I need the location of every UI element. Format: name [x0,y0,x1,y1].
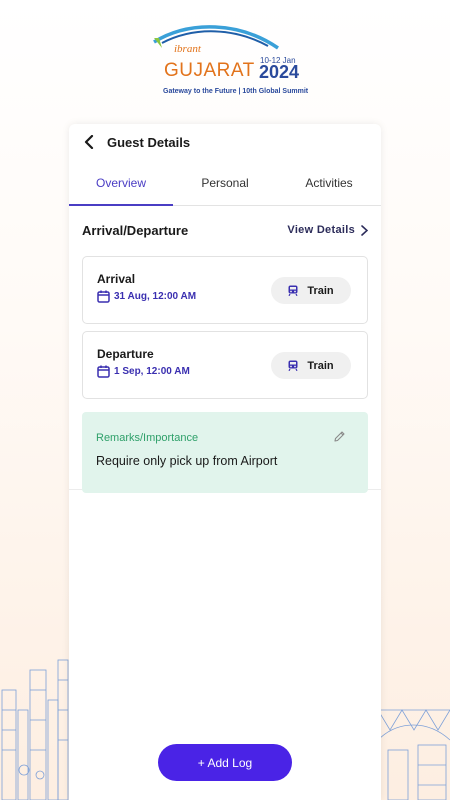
logo-year-text: 2024 [259,62,300,82]
train-icon [288,360,298,371]
arrival-departure-section-header: Arrival/Departure View Details [69,220,381,240]
train-icon [288,285,298,296]
departure-title: Departure [97,347,154,361]
remarks-text: Require only pick up from Airport [96,454,278,468]
departure-date: 1 Sep, 12:00 AM [97,365,190,378]
chevron-left-icon[interactable] [83,135,95,149]
section-title: Arrival/Departure [82,222,189,238]
tab-overview[interactable]: Overview [69,164,173,206]
pencil-icon[interactable] [333,430,346,443]
arrival-date: 31 Aug, 12:00 AM [97,290,196,303]
tab-bar: Overview Personal Activities [69,164,381,206]
page-title: Guest Details [107,134,191,150]
departure-mode-label: Train [307,359,334,372]
calendar-icon [97,365,110,378]
chevron-right-icon [361,224,368,236]
view-details-link[interactable]: View Details [287,224,368,236]
vibrant-gujarat-logo: ibrant GUJARAT 10-12 Jan 2024 Gateway to… [150,24,308,100]
add-log-button[interactable]: + Add Log [158,744,292,781]
departure-card: Departure 1 Sep, 12:00 AM Train [82,331,368,399]
tab-personal[interactable]: Personal [173,164,277,205]
arrival-mode-button[interactable]: Train [271,277,351,304]
guest-details-card: Guest Details Overview Personal Activiti… [69,124,381,800]
remarks-box: Remarks/Importance Require only pick up … [82,412,368,493]
logo-name-text: GUJARAT [164,60,255,81]
logo-brand-text: ibrant [174,43,201,55]
tab-activities[interactable]: Activities [277,164,381,205]
arrival-date-text: 31 Aug, 12:00 AM [114,291,197,302]
arrival-title: Arrival [97,272,136,286]
logo-tagline-text: Gateway to the Future | 10th Global Summ… [163,88,309,95]
arrival-card: Arrival 31 Aug, 12:00 AM Train [82,256,368,324]
arrival-mode-label: Train [307,284,334,297]
departure-mode-button[interactable]: Train [271,352,351,379]
skyline-right-illustration [378,709,450,800]
departure-date-text: 1 Sep, 12:00 AM [114,366,190,377]
remarks-label: Remarks/Importance [96,432,199,444]
calendar-icon [97,290,110,303]
view-details-label: View Details [287,224,355,236]
skyline-left-illustration [1,659,69,800]
page-header: Guest Details [69,124,381,160]
